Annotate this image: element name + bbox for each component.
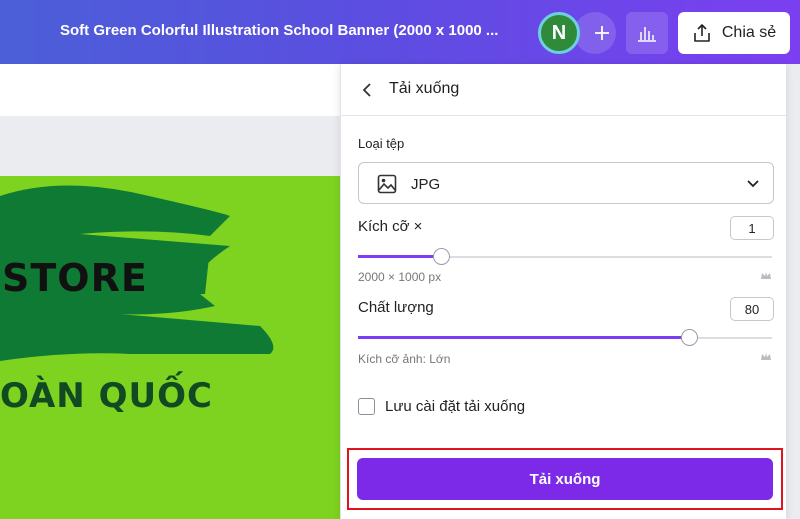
slider-fill (358, 255, 441, 258)
canvas-subheading-text: OÀN QUỐC (0, 376, 213, 416)
image-icon (377, 174, 397, 194)
size-label: Kích cỡ × (358, 218, 423, 235)
panel-header: Tải xuống (341, 64, 786, 116)
file-type-label: Loại tệp (358, 136, 405, 151)
editor-toolbar (0, 64, 340, 116)
crown-icon (761, 272, 771, 279)
size-hint: 2000 × 1000 px (358, 270, 442, 284)
download-button[interactable]: Tải xuống (357, 458, 773, 500)
save-settings-checkbox[interactable] (358, 398, 375, 415)
share-upload-icon (694, 24, 710, 42)
back-button[interactable] (355, 78, 379, 102)
insights-button[interactable] (626, 12, 668, 54)
design-canvas[interactable]: STORE OÀN QUỐC (0, 176, 340, 519)
file-type-value: JPG (411, 176, 441, 193)
save-settings-label: Lưu cài đặt tải xuống (385, 398, 526, 415)
bar-chart-icon (638, 27, 656, 42)
chevron-down-icon (747, 180, 759, 188)
workspace-background (0, 116, 340, 176)
quality-slider[interactable] (358, 329, 772, 347)
add-collaborator-button[interactable] (574, 12, 616, 54)
brush-stroke-shape (0, 185, 274, 361)
crown-icon (761, 353, 771, 360)
share-button[interactable]: Chia sẻ (678, 12, 790, 54)
plus-icon (595, 26, 609, 40)
size-input[interactable]: 1 (730, 216, 774, 240)
quality-label: Chất lượng (358, 299, 434, 316)
panel-title: Tải xuống (389, 80, 460, 97)
user-avatar[interactable]: N (538, 12, 580, 54)
canvas-heading-text: STORE (2, 256, 148, 300)
slider-fill (358, 336, 690, 339)
top-bar: Soft Green Colorful Illustration School … (0, 0, 800, 64)
chevron-left-icon (362, 83, 371, 97)
slider-handle[interactable] (681, 329, 699, 346)
quality-hint: Kích cỡ ảnh: Lớn (358, 352, 451, 366)
quality-input[interactable]: 80 (730, 297, 774, 321)
size-slider[interactable] (358, 248, 772, 266)
document-title[interactable]: Soft Green Colorful Illustration School … (60, 22, 520, 39)
share-label: Chia sẻ (721, 24, 777, 41)
file-type-select[interactable]: JPG (358, 162, 774, 204)
slider-handle[interactable] (432, 248, 450, 265)
save-settings-row[interactable]: Lưu cài đặt tải xuống (358, 398, 525, 415)
